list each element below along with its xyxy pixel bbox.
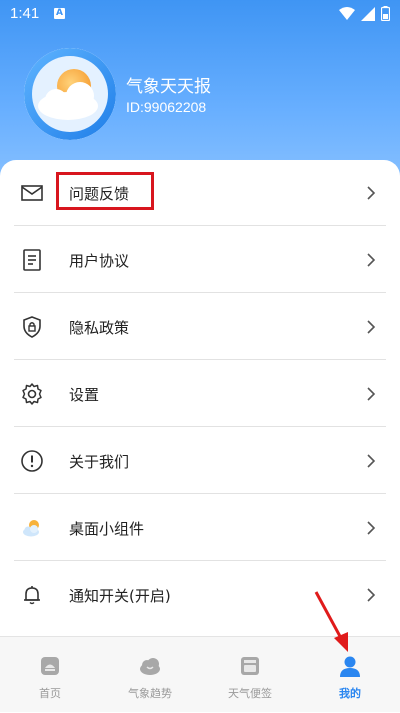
highlight-box: [56, 172, 154, 210]
status-time: 1:41: [10, 5, 40, 22]
mail-icon: [21, 185, 43, 201]
tab-label: 天气便签: [228, 687, 272, 700]
app-name: 气象天天报: [126, 77, 211, 97]
menu-item-label: 用户协议: [69, 252, 130, 270]
avatar[interactable]: [24, 48, 116, 140]
battery-icon: [381, 6, 390, 21]
note-icon: [241, 657, 259, 675]
chevron-right-icon: [367, 588, 376, 602]
chevron-right-icon: [367, 387, 376, 401]
home-icon: [41, 657, 59, 675]
menu-item-privacy-policy[interactable]: 隐私政策: [14, 294, 386, 360]
person-icon: [340, 656, 360, 677]
menu-item-desktop-widget[interactable]: 桌面小组件: [14, 495, 386, 561]
notification-letter-icon: A: [54, 8, 65, 19]
weather-widget-icon: [23, 520, 39, 537]
wifi-icon: [339, 7, 355, 20]
chevron-right-icon: [367, 253, 376, 267]
annotation-arrow-icon: [314, 591, 348, 652]
gear-icon: [22, 383, 42, 405]
tab-label: 气象趋势: [128, 687, 172, 700]
cloud-icon: [140, 658, 160, 675]
menu-item-user-agreement[interactable]: 用户协议: [14, 227, 386, 293]
menu-item-label: 隐私政策: [69, 319, 130, 337]
menu-item-label: 桌面小组件: [69, 520, 145, 538]
bell-icon: [24, 586, 40, 605]
tab-label: 我的: [339, 687, 361, 700]
tab-label: 首页: [39, 687, 61, 700]
menu-item-label: 关于我们: [69, 453, 130, 471]
menu-item-label: 设置: [69, 386, 100, 404]
user-id: ID:99062208: [126, 99, 207, 115]
document-icon: [23, 249, 41, 271]
signal-icon: [361, 6, 375, 21]
tab-weather-trend[interactable]: 气象趋势: [100, 637, 200, 713]
tab-weather-notes[interactable]: 天气便签: [200, 637, 300, 713]
shield-lock-icon: [23, 316, 41, 338]
chevron-right-icon: [367, 454, 376, 468]
chevron-right-icon: [367, 186, 376, 200]
menu-item-about-us[interactable]: 关于我们: [14, 428, 386, 494]
status-icons: [339, 6, 390, 21]
tab-home[interactable]: 首页: [0, 637, 100, 713]
menu-item-settings[interactable]: 设置: [14, 361, 386, 427]
chevron-right-icon: [367, 320, 376, 334]
chevron-right-icon: [367, 521, 376, 535]
info-circle-icon: [21, 450, 43, 472]
status-bar: 1:41 A: [0, 0, 400, 28]
menu-item-label: 通知开关(开启): [69, 587, 171, 605]
sun-cloud-icon: [24, 48, 116, 140]
